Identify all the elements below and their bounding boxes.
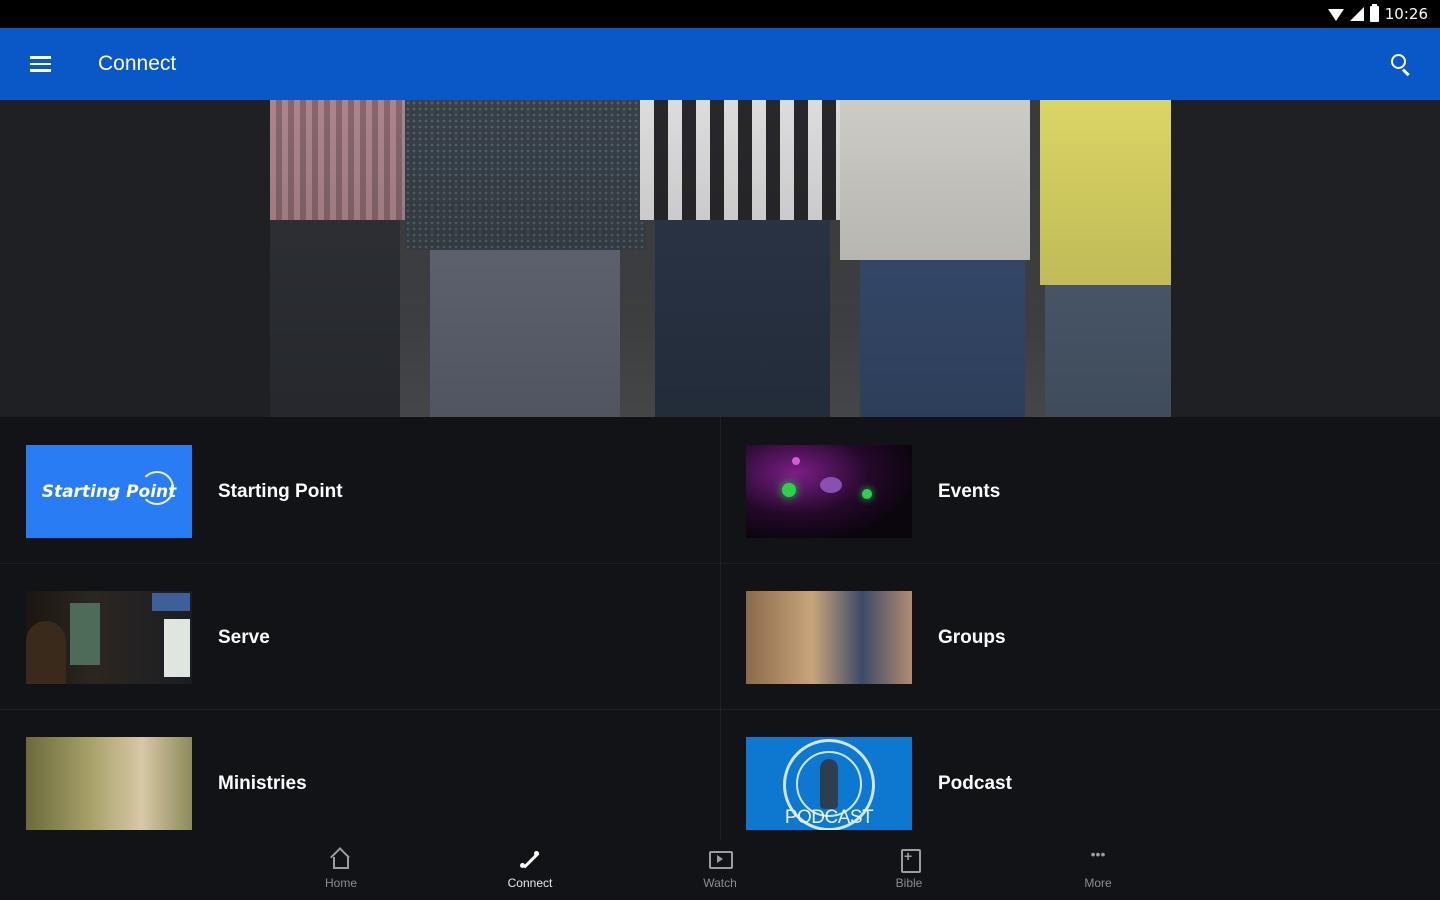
- tile-label: Podcast: [938, 773, 1012, 794]
- tile-ministries[interactable]: Ministries: [0, 709, 720, 855]
- connect-grid: Starting Point Starting Point Events Ser…: [0, 417, 1440, 840]
- tile-groups[interactable]: Groups: [720, 563, 1440, 709]
- nav-home[interactable]: Home: [296, 846, 386, 896]
- nav-label: Watch: [703, 876, 737, 890]
- tile-label: Ministries: [218, 773, 307, 794]
- tile-label: Events: [938, 481, 1001, 502]
- tile-label: Serve: [218, 627, 270, 648]
- cell-signal-icon: [1349, 7, 1364, 21]
- groups-thumbnail: [746, 591, 912, 684]
- podcast-thumbnail: PODCAST: [746, 737, 912, 830]
- tile-events[interactable]: Events: [720, 417, 1440, 563]
- events-thumbnail: [746, 445, 912, 538]
- page-title: Connect: [98, 52, 177, 75]
- nav-label: Bible: [895, 876, 923, 890]
- more-icon: [1086, 846, 1110, 872]
- connect-icon: [518, 848, 542, 872]
- podcast-logo-text: PODCAST: [784, 807, 874, 828]
- nav-more[interactable]: More: [1053, 846, 1143, 896]
- tile-label: Groups: [938, 627, 1006, 648]
- search-button[interactable]: [1378, 42, 1422, 86]
- hamburger-icon: [29, 56, 51, 59]
- search-icon: [1391, 54, 1406, 69]
- nav-bible[interactable]: Bible: [864, 846, 954, 896]
- bible-icon: [897, 848, 921, 873]
- watch-icon: [708, 848, 733, 872]
- tile-label: Starting Point: [218, 481, 343, 502]
- wifi-icon: [1327, 9, 1344, 21]
- status-icons: 10:26: [1327, 4, 1428, 24]
- status-bar: 10:26: [0, 0, 1440, 28]
- tile-serve[interactable]: Serve: [0, 563, 720, 709]
- hero-banner: [0, 100, 1440, 417]
- nav-label: More: [1084, 876, 1112, 890]
- podcast-mic-icon: [820, 759, 838, 809]
- app-bar: Connect: [0, 28, 1440, 100]
- menu-button[interactable]: [18, 42, 62, 86]
- hero-image: [270, 100, 1171, 417]
- home-icon: [329, 848, 353, 872]
- battery-icon: [1369, 4, 1379, 22]
- starting-point-thumbnail: Starting Point: [26, 445, 192, 538]
- nav-label: Connect: [507, 876, 553, 890]
- serve-thumbnail: [26, 591, 192, 684]
- status-time: 10:26: [1384, 5, 1428, 23]
- tile-starting-point[interactable]: Starting Point Starting Point: [0, 417, 720, 563]
- bottom-navigation: Home Connect Watch Bible More: [0, 840, 1440, 900]
- nav-label: Home: [324, 876, 357, 890]
- ministries-thumbnail: [26, 737, 192, 830]
- nav-watch[interactable]: Watch: [675, 846, 765, 896]
- nav-connect[interactable]: Connect: [485, 846, 575, 896]
- tile-podcast[interactable]: PODCAST Podcast: [720, 709, 1440, 855]
